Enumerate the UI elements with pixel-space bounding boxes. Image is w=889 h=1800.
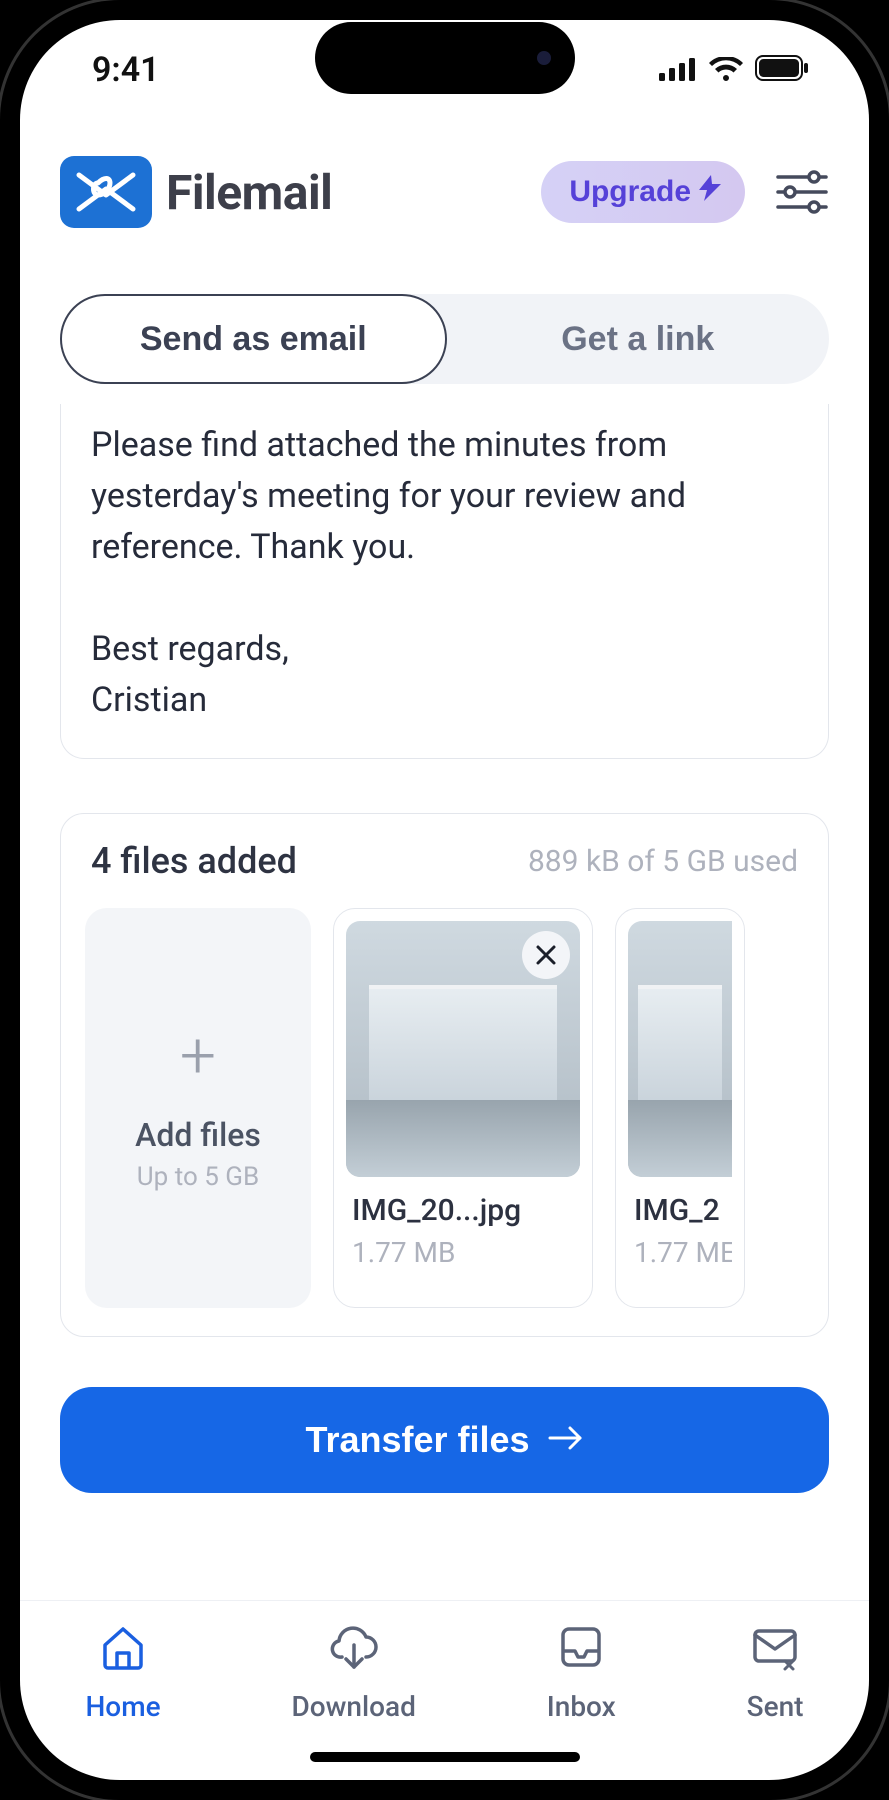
bottom-tabbar: Home Download Inbox Sent [20,1600,869,1780]
file-thumbnail [628,921,732,1177]
status-icons [659,50,809,90]
status-time: 9:41 [92,50,160,90]
transfer-label: Transfer files [305,1419,529,1461]
tab-inbox[interactable]: Inbox [547,1621,616,1723]
lightning-icon [699,175,721,209]
add-files-label: Add files [135,1116,261,1154]
sent-icon [749,1621,801,1680]
brand-name: Filemail [166,164,332,221]
remove-file-button[interactable] [522,931,570,979]
logo-mark-icon [60,156,152,228]
add-files-tile[interactable]: + Add files Up to 5 GB [85,908,311,1308]
device-frame: 9:41 [0,0,889,1800]
message-card[interactable]: Please find attached the minutes from ye… [60,404,829,759]
message-body: Please find attached the minutes from ye… [91,420,798,726]
device-notch [315,22,575,94]
tab-label: Download [291,1690,415,1723]
cloud-download-icon [328,1621,380,1680]
upgrade-button[interactable]: Upgrade [541,161,745,223]
tab-get-a-link[interactable]: Get a link [447,294,830,384]
cellular-icon [659,50,697,90]
file-tile[interactable]: IMG_20...jpg 1.77 MB [333,908,593,1308]
logo: Filemail [60,156,332,228]
app-screen: 9:41 [20,20,869,1780]
files-card: 4 files added 889 kB of 5 GB used + Add … [60,813,829,1337]
tab-label: Inbox [547,1690,616,1723]
file-name: IMG_2 [628,1193,732,1228]
file-size: 1.77 MB [346,1228,580,1269]
app-header: Filemail Upgrade [20,120,869,264]
battery-icon [755,50,809,90]
wifi-icon [709,50,743,90]
transfer-files-button[interactable]: Transfer files [60,1387,829,1493]
settings-button[interactable] [775,165,829,219]
file-thumbnail [346,921,580,1177]
file-tile[interactable]: IMG_2 1.77 ME [615,908,745,1308]
add-files-sublabel: Up to 5 GB [137,1162,259,1192]
files-row[interactable]: + Add files Up to 5 GB IMG_20...jpg 1.77 [85,908,804,1308]
mode-segmented-control: Send as email Get a link [60,294,829,384]
home-indicator [310,1752,580,1762]
file-name: IMG_20...jpg [346,1193,580,1228]
home-icon [97,1621,149,1680]
plus-icon: + [180,1024,216,1088]
tab-label: Sent [747,1690,804,1723]
tab-send-as-email[interactable]: Send as email [60,294,447,384]
files-usage: 889 kB of 5 GB used [528,844,798,879]
file-size: 1.77 ME [628,1228,732,1269]
tab-sent[interactable]: Sent [747,1621,804,1723]
tab-download[interactable]: Download [291,1621,415,1723]
files-count: 4 files added [91,840,297,882]
inbox-icon [555,1621,607,1680]
tab-home[interactable]: Home [85,1621,160,1723]
tab-label: Home [85,1690,160,1723]
upgrade-label: Upgrade [569,175,691,209]
arrow-right-icon [548,1419,584,1461]
